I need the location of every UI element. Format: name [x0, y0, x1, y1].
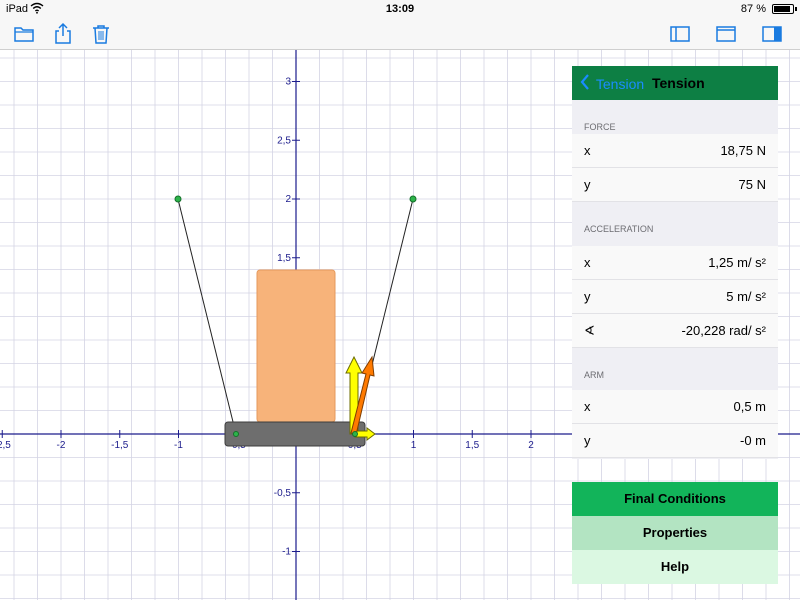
x-tick-label: -1,5 [111, 440, 129, 451]
row-value: 1,25 m/ s² [708, 255, 766, 270]
final-conditions-button[interactable]: Final Conditions [572, 482, 778, 516]
window-icon[interactable] [714, 22, 738, 46]
anchor-right-top [409, 195, 417, 203]
y-tick-label: 1,5 [277, 253, 291, 264]
gray-block [224, 421, 366, 447]
acceleration-y-row[interactable]: y 5 m/ s² [572, 280, 778, 314]
y-tick-label: -1 [282, 547, 291, 558]
battery-percent: 87 % [740, 3, 766, 15]
help-button[interactable]: Help [572, 550, 778, 584]
chevron-left-icon [580, 74, 590, 93]
row-value: 75 N [738, 177, 766, 192]
x-tick-label: 2 [528, 440, 534, 451]
x-tick-label: 1 [411, 440, 417, 451]
y-tick-label: 2,5 [277, 135, 291, 146]
row-value: -20,228 rad/ s² [681, 323, 766, 338]
panel-header: Tension Tension [572, 66, 778, 100]
back-button[interactable]: Tension [580, 74, 644, 92]
x-tick-label: -1 [174, 440, 183, 451]
trash-icon[interactable] [89, 22, 113, 46]
angle-icon: ∢ [584, 323, 595, 338]
section-force-header: FORCE [584, 122, 616, 132]
row-value: 5 m/ s² [726, 289, 766, 304]
row-key: x [584, 143, 591, 158]
tension-panel: Tension Tension FORCE x 18,75 N y 75 N A… [572, 66, 778, 459]
anchor-left-top [174, 195, 182, 203]
x-tick-label: 1,5 [465, 440, 479, 451]
anchor-right-bottom [352, 431, 358, 437]
force-x-row[interactable]: x 18,75 N [572, 134, 778, 168]
row-value: 18,75 N [720, 143, 766, 158]
folder-icon[interactable] [12, 22, 36, 46]
anchor-left-bottom [233, 431, 239, 437]
x-tick-label: -2 [57, 440, 66, 451]
row-key: y [584, 177, 591, 192]
arm-x-row[interactable]: x 0,5 m [572, 390, 778, 424]
row-value: -0 m [740, 433, 766, 448]
row-key: x [584, 399, 591, 414]
back-button-label: Tension [595, 75, 645, 92]
x-tick-label: -2,5 [0, 440, 11, 451]
section-arm-header: ARM [584, 370, 604, 380]
y-tick-label: 3 [285, 77, 291, 88]
sidebar-right-icon[interactable] [760, 22, 784, 46]
acceleration-x-row[interactable]: x 1,25 m/ s² [572, 246, 778, 280]
row-key: y [584, 433, 591, 448]
arm-y-row[interactable]: y -0 m [572, 424, 778, 458]
clock: 13:09 [385, 3, 415, 15]
panel-title: Tension [652, 75, 705, 91]
force-y-row[interactable]: y 75 N [572, 168, 778, 202]
status-bar: iPad 13:09 87 % [0, 0, 800, 18]
share-icon[interactable] [51, 22, 75, 46]
battery-icon [772, 4, 797, 14]
row-key: x [584, 255, 591, 270]
sidebar-left-icon[interactable] [668, 22, 692, 46]
row-value: 0,5 m [733, 399, 766, 414]
y-tick-label: -0,5 [274, 488, 292, 499]
properties-button[interactable]: Properties [572, 516, 778, 550]
section-acceleration-header: ACCELERATION [584, 224, 654, 234]
row-key: y [584, 289, 591, 304]
orange-block [256, 269, 336, 423]
angular-acceleration-row[interactable]: ∢ -20,228 rad/ s² [572, 314, 778, 348]
toolbar [0, 18, 800, 50]
y-tick-label: 2 [285, 194, 291, 205]
